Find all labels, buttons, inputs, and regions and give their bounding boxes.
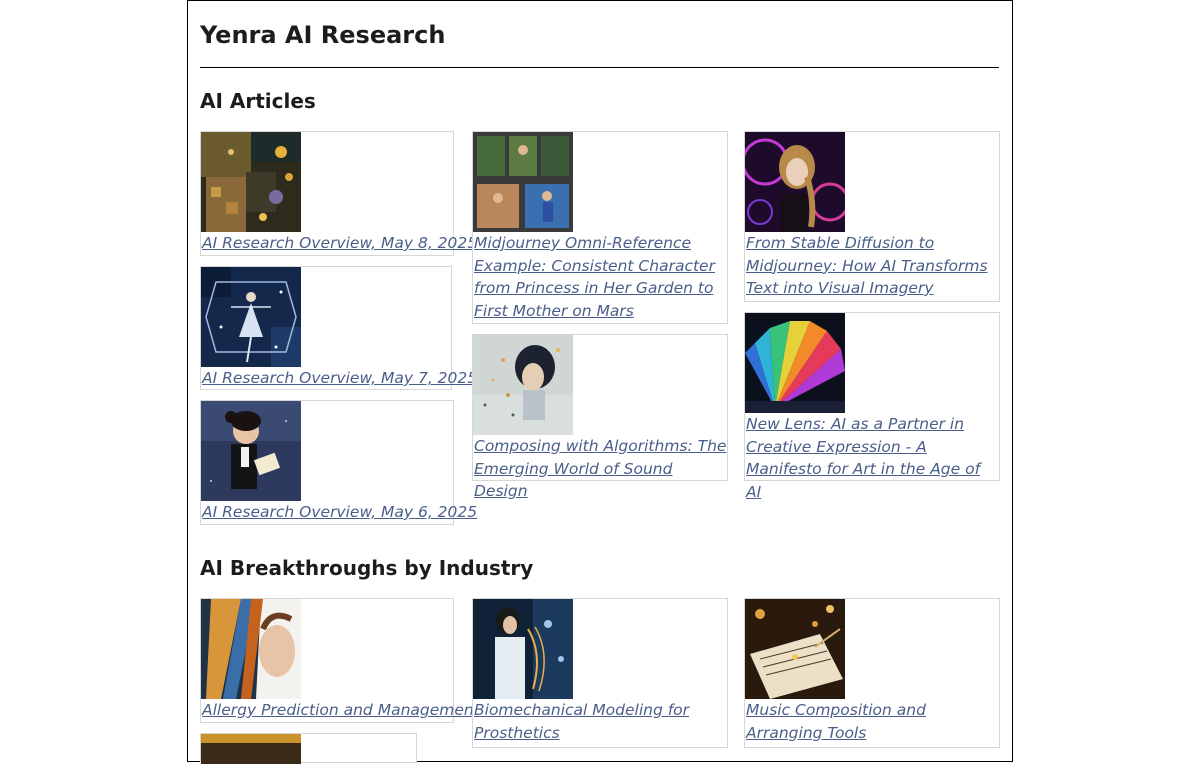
section-title-ai-articles: AI Articles [200,89,316,113]
industry-card: Biomechanical Modeling for Prosthetics [472,598,728,748]
page-container: Yenra AI Research AI Articles AI Researc… [187,0,1013,764]
site-title: Yenra AI Research [200,21,446,49]
industry-link[interactable]: Allergy Prediction and Management [201,699,480,722]
article-link[interactable]: AI Research Overview, May 6, 2025 [201,501,477,524]
section-title-ai-breakthroughs: AI Breakthroughs by Industry [200,556,534,580]
color-fan-thumbnail[interactable] [745,313,845,413]
article-link[interactable]: Composing with Algorithms: The Emerging … [473,435,727,503]
industry-card: Music Composition and Arranging Tools [744,598,1000,748]
industry-thumbnail[interactable] [201,734,301,764]
lab-woman-thumbnail[interactable] [473,599,573,699]
reading-woman-thumbnail[interactable] [201,401,301,501]
article-link[interactable]: New Lens: AI as a Partner in Creative Ex… [745,413,999,503]
article-card: AI Research Overview, May 7, 2025 [200,266,477,390]
header-divider [200,67,999,68]
article-card: AI Research Overview, May 6, 2025 [200,400,477,525]
article-card: Midjourney Omni-Reference Example: Consi… [472,131,728,324]
collage-abstract-thumbnail[interactable] [201,132,301,232]
neon-girl-thumbnail[interactable] [745,132,845,232]
sound-woman-thumbnail[interactable] [473,335,573,435]
article-card: Composing with Algorithms: The Emerging … [472,334,728,500]
article-link[interactable]: AI Research Overview, May 7, 2025 [201,367,477,390]
industry-card [200,733,417,764]
industry-link[interactable]: Biomechanical Modeling for Prosthetics [473,699,727,744]
article-link[interactable]: AI Research Overview, May 8, 2025 [201,232,477,255]
industry-link[interactable]: Music Composition and Arranging Tools [745,699,999,744]
princess-collage-thumbnail[interactable] [473,132,573,232]
article-card: New Lens: AI as a Partner in Creative Ex… [744,312,1000,501]
article-card: AI Research Overview, May 8, 2025 [200,131,477,256]
article-link[interactable]: From Stable Diffusion to Midjourney: How… [745,232,999,300]
dancer-thumbnail[interactable] [201,267,301,367]
industry-card: Allergy Prediction and Management [200,598,480,723]
article-link[interactable]: Midjourney Omni-Reference Example: Consi… [473,232,727,322]
woman-profile-thumbnail[interactable] [201,599,301,699]
sheet-music-thumbnail[interactable] [745,599,845,699]
article-card: From Stable Diffusion to Midjourney: How… [744,131,1000,302]
